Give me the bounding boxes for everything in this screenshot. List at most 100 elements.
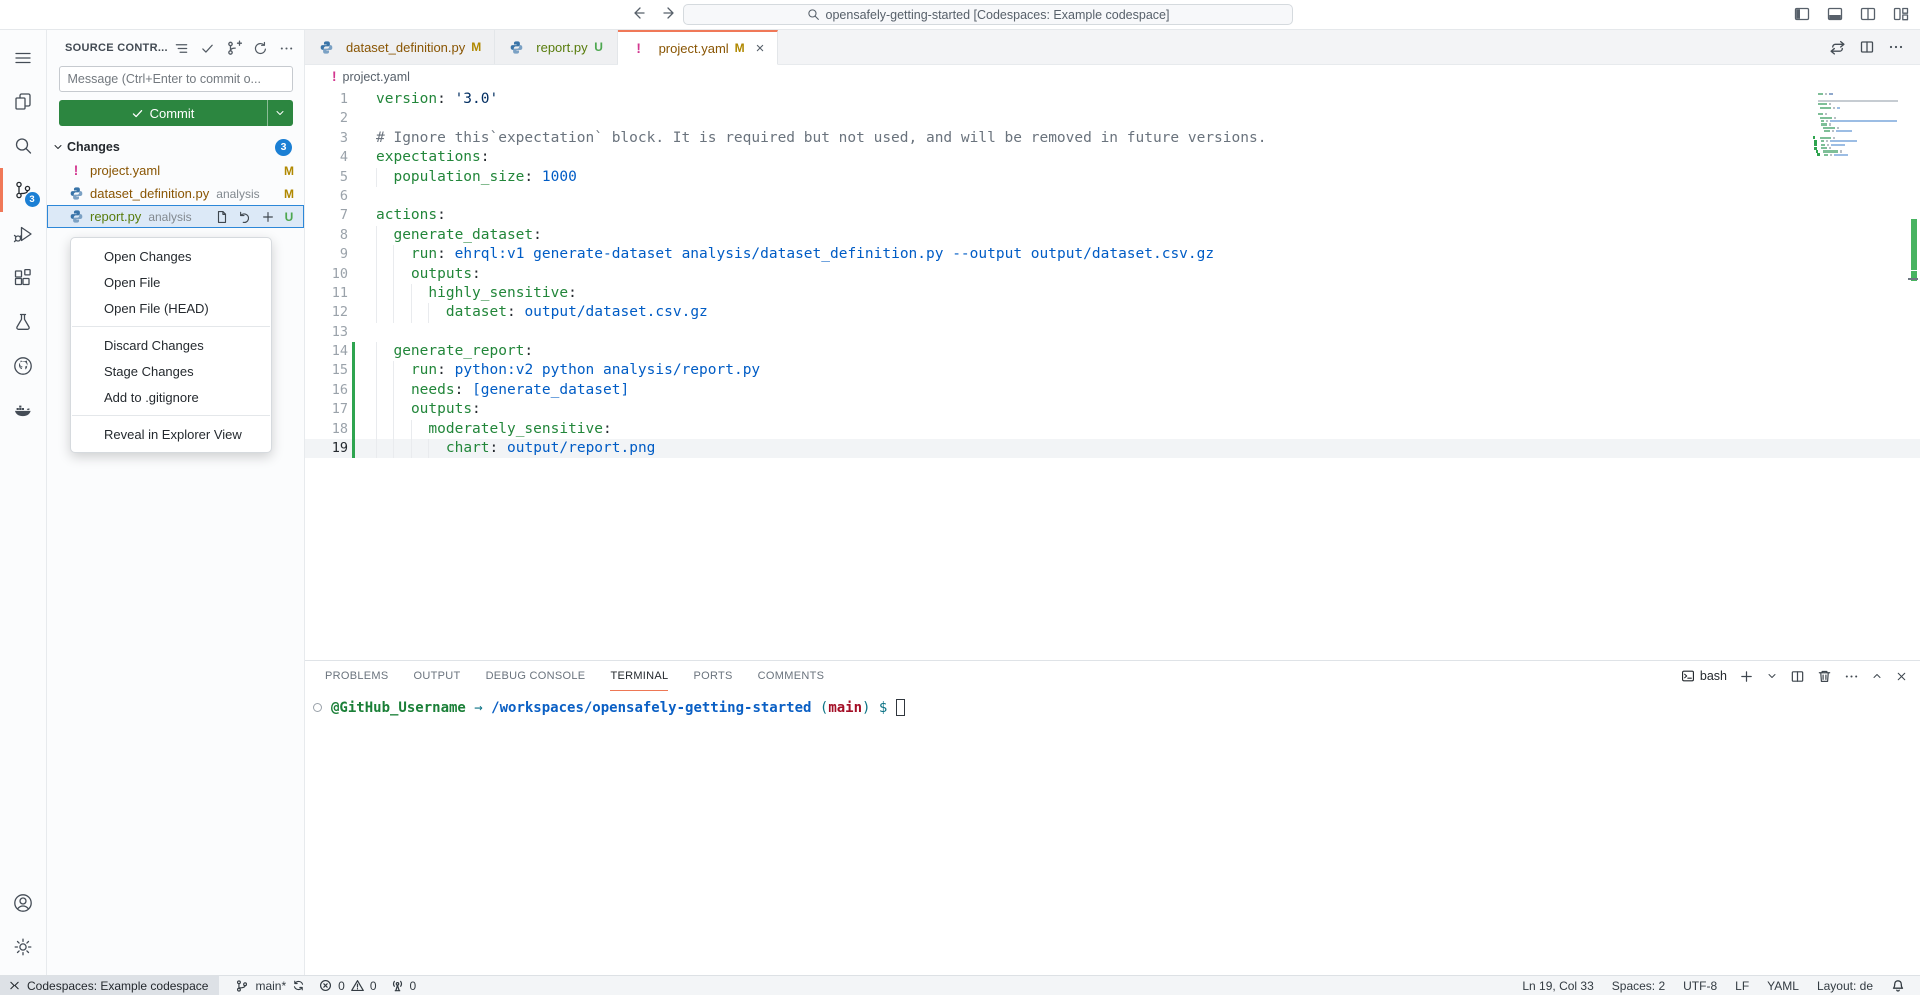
source-control-icon[interactable]: 3	[0, 168, 47, 212]
code-line[interactable]: 19 chart: output/report.png	[305, 439, 1920, 458]
split-terminal-icon[interactable]	[1790, 669, 1805, 684]
close-panel-icon[interactable]	[1895, 670, 1908, 683]
code-line[interactable]: 5 population_size: 1000	[305, 168, 1920, 187]
problems-status-item[interactable]: 0 0	[312, 979, 383, 993]
context-menu-item[interactable]: Open Changes	[71, 243, 271, 269]
encoding-item[interactable]: UTF-8	[1674, 976, 1726, 995]
create-branch-icon[interactable]	[226, 40, 242, 56]
code-line[interactable]: 8 generate_dataset:	[305, 226, 1920, 245]
refresh-icon[interactable]	[253, 41, 268, 56]
search-view-icon[interactable]	[0, 124, 47, 168]
explorer-icon[interactable]	[0, 80, 47, 124]
scm-file-row[interactable]: report.pyanalysisU	[47, 205, 304, 228]
language-mode-item[interactable]: YAML	[1758, 976, 1808, 995]
commit-check-icon[interactable]	[200, 41, 215, 56]
code-line[interactable]: 14 generate_report:	[305, 342, 1920, 361]
code-line[interactable]: 15 run: python:v2 python analysis/report…	[305, 361, 1920, 380]
docker-icon[interactable]	[0, 388, 47, 432]
context-menu-item[interactable]: Open File (HEAD)	[71, 295, 271, 321]
more-actions-icon[interactable]	[1888, 39, 1904, 55]
commit-button[interactable]: Commit	[59, 100, 293, 126]
open-changes-icon[interactable]	[1829, 39, 1846, 56]
editor-tab[interactable]: report.pyU	[495, 30, 617, 64]
context-menu-item[interactable]: Add to .gitignore	[71, 384, 271, 410]
code-line[interactable]: 16 needs: [generate_dataset]	[305, 381, 1920, 400]
commit-dropdown-chevron-icon[interactable]	[267, 100, 293, 126]
stage-changes-icon[interactable]	[261, 210, 275, 224]
panel-tab-terminal[interactable]: TERMINAL	[610, 661, 668, 691]
new-terminal-icon[interactable]	[1739, 669, 1754, 684]
code-line[interactable]: 17 outputs:	[305, 400, 1920, 419]
code-line[interactable]: 1version: '3.0'	[305, 90, 1920, 109]
notifications-bell-icon[interactable]	[1882, 976, 1914, 995]
code-line[interactable]: 3# Ignore this`expectation` block. It is…	[305, 129, 1920, 148]
sync-changes-icon[interactable]	[292, 979, 305, 992]
panel-tab-debug-console[interactable]: DEBUG CONSOLE	[486, 661, 586, 691]
indentation-item[interactable]: Spaces: 2	[1603, 976, 1674, 995]
maximize-panel-chevron-icon[interactable]	[1871, 670, 1883, 682]
more-actions-icon[interactable]	[279, 41, 294, 56]
minimap[interactable]	[1818, 93, 1902, 157]
open-file-icon[interactable]	[215, 210, 229, 224]
editor-tab[interactable]: dataset_definition.pyM	[305, 30, 495, 64]
toggle-sidebar-icon[interactable]	[1793, 5, 1811, 23]
menu-icon[interactable]	[0, 36, 47, 80]
settings-gear-icon[interactable]	[0, 925, 47, 969]
editor-tab[interactable]: !project.yamlM×	[618, 30, 779, 65]
split-editor-icon[interactable]	[1859, 39, 1875, 55]
changes-section-header[interactable]: Changes 3	[47, 135, 304, 159]
context-menu-item[interactable]: Stage Changes	[71, 358, 271, 384]
scm-file-row[interactable]: dataset_definition.pyanalysisM	[47, 182, 304, 205]
commit-message-input[interactable]	[59, 66, 293, 92]
breadcrumb[interactable]: ! project.yaml	[305, 65, 1920, 88]
code-line[interactable]: 7actions:	[305, 206, 1920, 225]
extensions-icon[interactable]	[0, 256, 47, 300]
panel-tab-output[interactable]: OUTPUT	[414, 661, 461, 691]
code-line[interactable]: 18 moderately_sensitive:	[305, 420, 1920, 439]
layout-item[interactable]: Layout: de	[1808, 976, 1882, 995]
command-decoration-circle-icon[interactable]	[313, 703, 322, 712]
context-menu-item[interactable]: Open File	[71, 269, 271, 295]
branch-status-item[interactable]: main*	[228, 979, 312, 993]
overview-ruler[interactable]	[1908, 88, 1918, 660]
kill-terminal-trash-icon[interactable]	[1817, 669, 1832, 684]
terminal-view[interactable]: @GitHub_Username → /workspaces/opensafel…	[305, 691, 1920, 975]
discard-changes-icon[interactable]	[238, 210, 252, 224]
code-line[interactable]: 4expectations:	[305, 148, 1920, 167]
code-line[interactable]: 9 run: ehrql:v1 generate-dataset analysi…	[305, 245, 1920, 264]
navigate-back-icon[interactable]	[630, 5, 646, 21]
code-line[interactable]: 6	[305, 187, 1920, 206]
eol-item[interactable]: LF	[1726, 976, 1758, 995]
terminal-picker-chevron-icon[interactable]	[1766, 670, 1778, 682]
github-icon[interactable]	[0, 344, 47, 388]
toggle-panel-icon[interactable]	[1826, 5, 1844, 23]
view-as-tree-icon[interactable]	[174, 41, 189, 56]
navigate-forward-icon[interactable]	[662, 5, 678, 21]
panel-tab-ports[interactable]: PORTS	[693, 661, 732, 691]
context-menu-item[interactable]: Reveal in Explorer View	[71, 421, 271, 447]
cursor-position-item[interactable]: Ln 19, Col 33	[1513, 976, 1602, 995]
breadcrumb-filename: project.yaml	[343, 70, 410, 84]
command-center-search[interactable]: opensafely-getting-started [Codespaces: …	[683, 4, 1293, 25]
code-line[interactable]: 13	[305, 323, 1920, 342]
code-editor[interactable]: 1version: '3.0'23# Ignore this`expectati…	[305, 88, 1920, 660]
code-line[interactable]: 11 highly_sensitive:	[305, 284, 1920, 303]
scm-file-row[interactable]: !project.yamlM	[47, 159, 304, 182]
prompt-token: @GitHub_Username	[331, 700, 466, 716]
testing-beaker-icon[interactable]	[0, 300, 47, 344]
panel-tab-problems[interactable]: PROBLEMS	[325, 661, 389, 691]
context-menu-item[interactable]: Discard Changes	[71, 332, 271, 358]
more-actions-icon[interactable]	[1844, 669, 1859, 684]
code-line[interactable]: 12 dataset: output/dataset.csv.gz	[305, 303, 1920, 322]
run-debug-icon[interactable]	[0, 212, 47, 256]
ports-status-item[interactable]: 0	[384, 979, 424, 993]
code-line[interactable]: 10 outputs:	[305, 265, 1920, 284]
accounts-icon[interactable]	[0, 881, 47, 925]
code-line[interactable]: 2	[305, 109, 1920, 128]
close-tab-icon[interactable]: ×	[756, 41, 765, 56]
remote-indicator[interactable]: Codespaces: Example codespace	[0, 976, 219, 995]
split-editor-icon[interactable]	[1859, 5, 1877, 23]
panel-tab-comments[interactable]: COMMENTS	[758, 661, 825, 691]
customize-layout-icon[interactable]	[1892, 5, 1910, 23]
terminal-shell-chip[interactable]: bash	[1681, 669, 1727, 683]
